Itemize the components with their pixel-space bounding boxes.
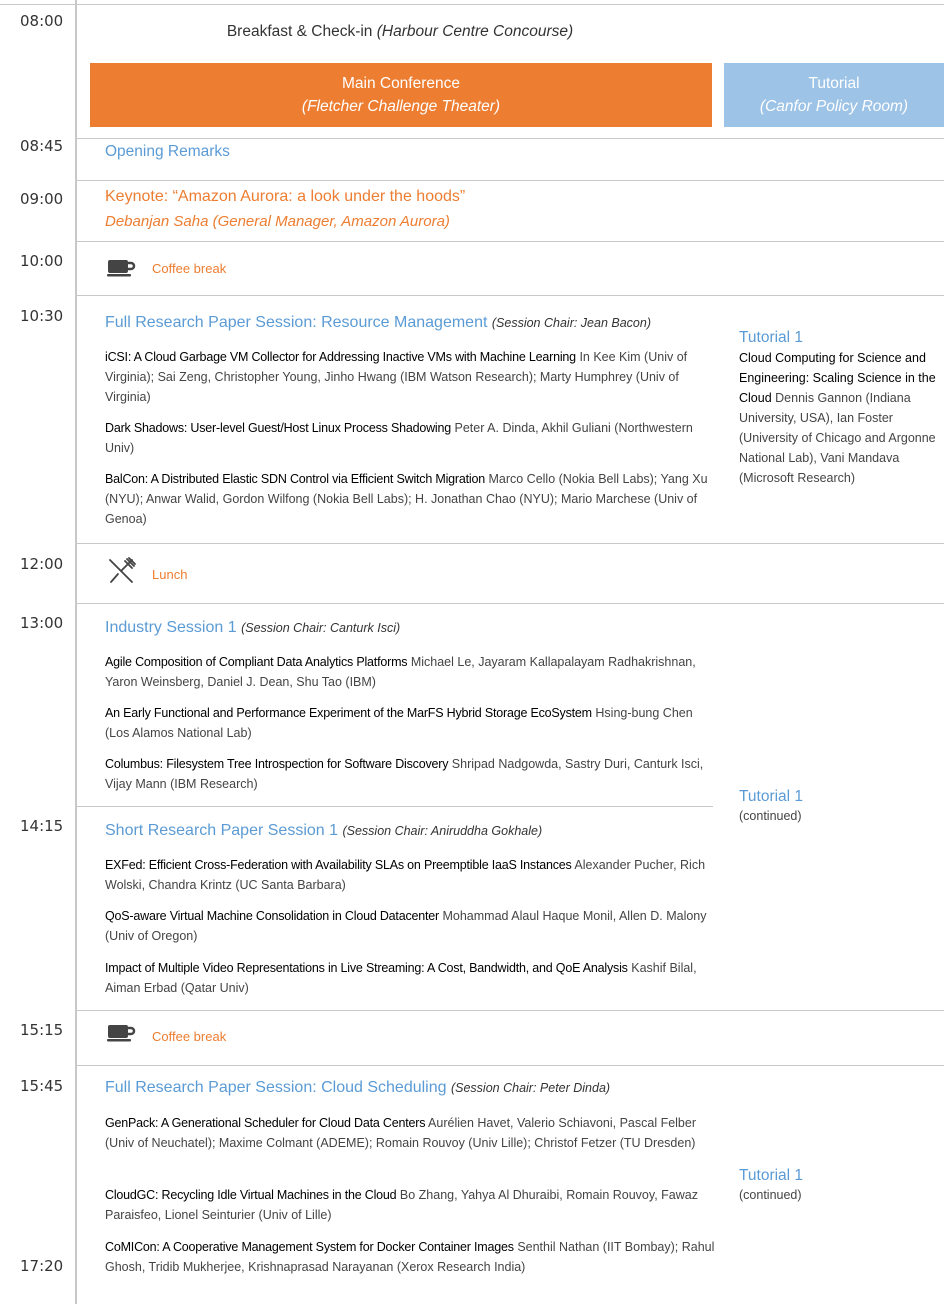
coffee-cup-icon — [107, 1023, 137, 1043]
divider — [76, 1065, 944, 1066]
session-chair: (Session Chair: Aniruddha Gokhale) — [342, 824, 543, 838]
paper-title: GenPack: A Generational Scheduler for Cl… — [105, 1116, 426, 1130]
coffee-cup-icon — [107, 258, 137, 278]
fork-knife-icon — [107, 557, 137, 585]
session-header: Full Research Paper Session: Resource Ma… — [105, 314, 725, 332]
paper-title: Impact of Multiple Video Representations… — [105, 961, 628, 975]
paper-entry: Impact of Multiple Video Representations… — [105, 958, 715, 998]
tutorial-track-label: Tutorial — [808, 75, 860, 92]
paper-title: Dark Shadows: User-level Guest/Host Linu… — [105, 421, 452, 435]
paper-title: QoS-aware Virtual Machine Consolidation … — [105, 909, 439, 923]
divider — [76, 1010, 944, 1011]
tutorial-track-location: (Canfor Policy Room) — [759, 98, 909, 115]
session-title: Industry Session 1 — [105, 619, 237, 636]
tutorial-presenters: Dennis Gannon (Indiana University, USA),… — [739, 391, 936, 485]
top-divider — [0, 4, 944, 5]
time-label: 15:15 — [20, 1021, 64, 1039]
divider — [76, 806, 713, 807]
coffee-break-label: Coffee break — [152, 261, 227, 276]
time-label: 08:45 — [20, 137, 64, 155]
lunch-label: Lunch — [152, 567, 188, 582]
divider — [76, 543, 944, 544]
session-title: Full Research Paper Session: Resource Ma… — [105, 314, 488, 331]
keynote-title: Keynote: “Amazon Aurora: a look under th… — [105, 188, 466, 205]
paper-entry: CloudGC: Recycling Idle Virtual Machines… — [105, 1185, 715, 1225]
session-title: Short Research Paper Session 1 — [105, 822, 339, 839]
divider — [76, 241, 944, 242]
tutorial-title: Tutorial 1 — [739, 1167, 804, 1184]
keynote-speaker: Debanjan Saha (General Manager, Amazon A… — [105, 213, 450, 230]
time-label: 17:20 — [20, 1257, 64, 1275]
tutorial-note: (continued) — [739, 1188, 802, 1202]
breakfast-row: Breakfast & Check-in (Harbour Centre Con… — [90, 23, 710, 41]
session-header: Full Research Paper Session: Cloud Sched… — [105, 1079, 725, 1097]
paper-title: BalCon: A Distributed Elastic SDN Contro… — [105, 472, 485, 486]
tutorial-note: (continued) — [739, 809, 802, 823]
breakfast-label: Breakfast & Check-in — [226, 23, 373, 40]
tutorial-track-header: Tutorial (Canfor Policy Room) — [724, 63, 944, 127]
paper-title: Columbus: Filesystem Tree Introspection … — [105, 757, 449, 771]
paper-title: iCSI: A Cloud Garbage VM Collector for A… — [105, 350, 576, 364]
paper-title: EXFed: Efficient Cross-Federation with A… — [105, 858, 572, 872]
coffee-break-label: Coffee break — [152, 1029, 227, 1044]
opening-remarks: Opening Remarks — [105, 143, 230, 160]
time-label: 13:00 — [20, 614, 64, 632]
session-chair: (Session Chair: Peter Dinda) — [450, 1081, 611, 1095]
main-track-header: Main Conference (Fletcher Challenge Thea… — [90, 63, 712, 127]
paper-title: Agile Composition of Compliant Data Anal… — [105, 655, 408, 669]
divider — [76, 180, 944, 181]
time-axis-line — [75, 0, 77, 1304]
divider — [76, 138, 944, 139]
time-label: 10:00 — [20, 252, 64, 270]
paper-entry: Agile Composition of Compliant Data Anal… — [105, 652, 715, 692]
main-track-location: (Fletcher Challenge Theater) — [301, 98, 501, 115]
divider — [76, 603, 944, 604]
session-chair: (Session Chair: Jean Bacon) — [491, 316, 651, 330]
paper-entry: Dark Shadows: User-level Guest/Host Linu… — [105, 418, 715, 458]
tutorial-block: Tutorial 1 Cloud Computing for Science a… — [739, 329, 939, 488]
paper-title: CloudGC: Recycling Idle Virtual Machines… — [105, 1188, 397, 1202]
time-label: 08:00 — [20, 12, 64, 30]
paper-entry: CoMICon: A Cooperative Management System… — [105, 1237, 715, 1277]
paper-entry: Columbus: Filesystem Tree Introspection … — [105, 754, 715, 794]
time-label: 15:45 — [20, 1077, 64, 1095]
time-label: 14:15 — [20, 817, 64, 835]
tutorial-title: Tutorial 1 — [739, 329, 804, 346]
divider — [76, 295, 944, 296]
breakfast-location: (Harbour Centre Concourse) — [376, 23, 574, 40]
tutorial-title: Tutorial 1 — [739, 788, 804, 805]
main-track-label: Main Conference — [341, 75, 461, 92]
paper-entry: BalCon: A Distributed Elastic SDN Contro… — [105, 469, 715, 529]
paper-title: An Early Functional and Performance Expe… — [105, 706, 592, 720]
paper-entry: EXFed: Efficient Cross-Federation with A… — [105, 855, 715, 895]
session-header: Industry Session 1 (Session Chair: Cantu… — [105, 619, 725, 637]
session-title: Full Research Paper Session: Cloud Sched… — [105, 1079, 447, 1096]
time-label: 09:00 — [20, 190, 64, 208]
paper-entry: iCSI: A Cloud Garbage VM Collector for A… — [105, 347, 715, 407]
paper-entry: QoS-aware Virtual Machine Consolidation … — [105, 906, 715, 946]
session-header: Short Research Paper Session 1 (Session … — [105, 822, 725, 840]
time-label: 10:30 — [20, 307, 64, 325]
time-label: 12:00 — [20, 555, 64, 573]
session-chair: (Session Chair: Canturk Isci) — [241, 621, 401, 635]
paper-entry: An Early Functional and Performance Expe… — [105, 703, 715, 743]
paper-title: CoMICon: A Cooperative Management System… — [105, 1240, 514, 1254]
tutorial-continued: Tutorial 1 (continued) — [739, 1167, 939, 1205]
paper-entry: GenPack: A Generational Scheduler for Cl… — [105, 1113, 715, 1153]
tutorial-continued: Tutorial 1 (continued) — [739, 788, 939, 826]
